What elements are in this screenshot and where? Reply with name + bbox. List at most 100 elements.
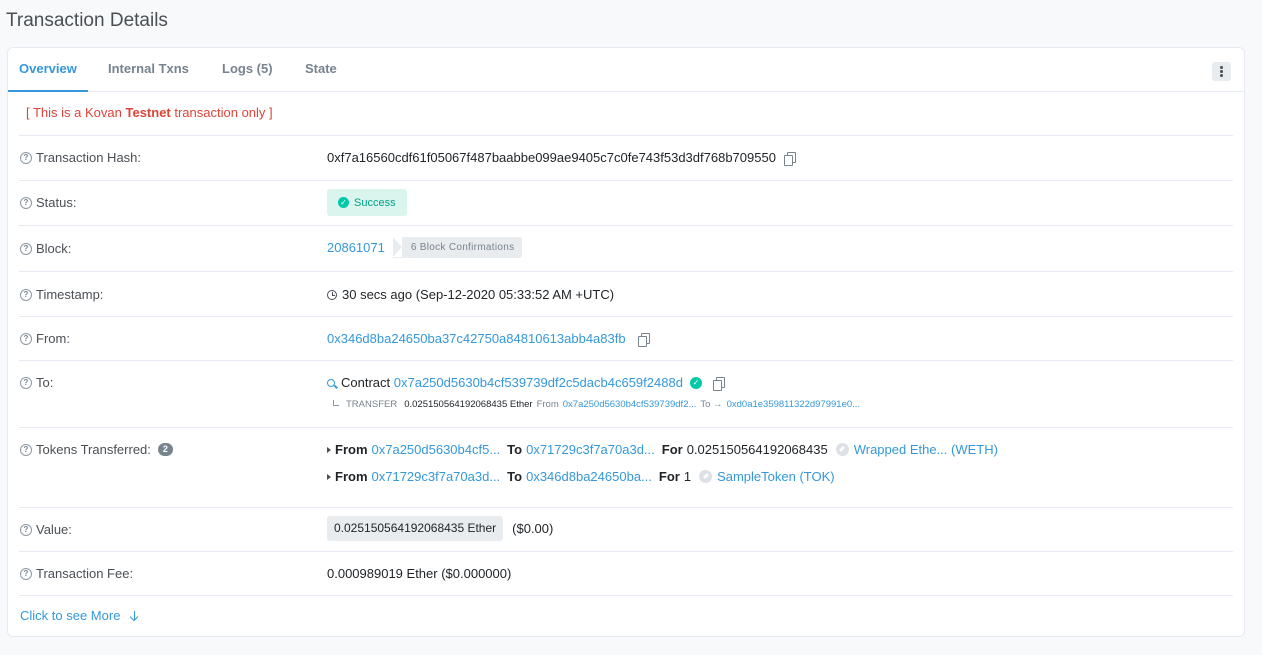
token-transfer-row: From 0x71729c3f7a70a3d... To 0x346d8ba24… bbox=[327, 469, 835, 484]
token-to-label: To bbox=[507, 442, 523, 457]
row-value: ? Value: 0.025150564192068435 Ether ($0.… bbox=[19, 507, 1233, 551]
row-to: ? To: Contract 0x7a250d5630b4cf539739df2… bbox=[19, 360, 1233, 427]
label-from: ? From: bbox=[20, 331, 70, 346]
see-more-link[interactable]: Click to see More bbox=[20, 608, 138, 623]
transfer-from-label: From bbox=[536, 399, 559, 410]
copy-icon[interactable] bbox=[783, 151, 796, 166]
tab-internal-txns[interactable]: Internal Txns bbox=[97, 48, 200, 92]
token-for-label: For bbox=[658, 469, 680, 484]
token-count-badge: 2 bbox=[157, 443, 173, 456]
label-transaction-fee: ? Transaction Fee: bbox=[20, 566, 133, 581]
token-from-link[interactable]: 0x7a250d5630b4cf5... bbox=[372, 442, 501, 457]
question-icon[interactable]: ? bbox=[20, 151, 32, 164]
value-status: ✓ Success bbox=[327, 189, 407, 216]
label-block: ? Block: bbox=[20, 241, 71, 256]
notice-text-bold: Testnet bbox=[125, 105, 171, 120]
divider bbox=[19, 595, 1233, 596]
question-icon[interactable]: ? bbox=[20, 242, 32, 255]
transfer-to-label: To → bbox=[700, 399, 723, 410]
question-icon[interactable]: ? bbox=[20, 288, 32, 301]
value-block: 20861071 6 Block Confirmations bbox=[327, 237, 523, 258]
row-tokens-transferred: ? Tokens Transferred: 2 From 0x7a250d563… bbox=[19, 427, 1233, 507]
token-from-label: From bbox=[335, 442, 368, 457]
label-text: Transaction Hash: bbox=[36, 150, 142, 165]
token-to-link[interactable]: 0x346d8ba24650ba... bbox=[526, 469, 652, 484]
transfer-to-link[interactable]: 0xd0a1e359811322d97991e0... bbox=[727, 399, 860, 410]
testnet-notice: [ This is a Kovan Testnet transaction on… bbox=[26, 105, 273, 120]
label-text: Transaction Fee: bbox=[36, 566, 134, 581]
row-transaction-hash: ? Transaction Hash: 0xf7a16560cdf61f0506… bbox=[19, 135, 1233, 180]
transfer-from-link[interactable]: 0x7a250d5630b4cf539739df2... bbox=[563, 399, 697, 410]
value-value: 0.025150564192068435 Ether ($0.00) bbox=[327, 516, 553, 541]
internal-transfer-line: TRANSFER 0.025150564192068435 Ether From… bbox=[333, 399, 860, 410]
kebab-icon bbox=[1220, 66, 1223, 77]
token-for-label: For bbox=[661, 442, 683, 457]
caret-right-icon bbox=[327, 446, 331, 453]
status-badge: ✓ Success bbox=[327, 189, 407, 216]
confirmations-badge: 6 Block Confirmations bbox=[392, 237, 523, 258]
transaction-hash-text: 0xf7a16560cdf61f05067f487baabbe099ae9405… bbox=[327, 150, 776, 165]
check-circle-icon: ✓ bbox=[338, 197, 349, 208]
status-text: Success bbox=[354, 196, 396, 209]
contract-search-icon bbox=[327, 378, 335, 387]
transfer-type: TRANSFER bbox=[346, 399, 398, 410]
label-timestamp: ? Timestamp: bbox=[20, 287, 103, 302]
elbow-arrow-icon bbox=[333, 399, 339, 406]
notice-text-open: [ This is a Kovan bbox=[26, 105, 126, 120]
question-icon[interactable]: ? bbox=[20, 567, 32, 580]
row-from: ? From: 0x346d8ba24650ba37c42750a8481061… bbox=[19, 316, 1233, 360]
value-to: Contract 0x7a250d5630b4cf539739df2c5dacb… bbox=[327, 375, 725, 391]
transfer-amount: 0.025150564192068435 Ether bbox=[404, 399, 533, 410]
page-title: Transaction Details bbox=[6, 10, 168, 31]
tab-state[interactable]: State bbox=[294, 48, 348, 92]
label-text: To: bbox=[36, 375, 54, 390]
value-timestamp: 30 secs ago (Sep-12-2020 05:33:52 AM +UT… bbox=[327, 287, 614, 302]
token-amount: 1 bbox=[683, 469, 692, 484]
question-icon[interactable]: ? bbox=[20, 376, 32, 389]
label-value: ? Value: bbox=[20, 522, 72, 537]
label-text: Status: bbox=[36, 195, 77, 210]
question-icon[interactable]: ? bbox=[20, 523, 32, 536]
notice-text-close: transaction only ] bbox=[170, 105, 273, 120]
token-to-link[interactable]: 0x71729c3f7a70a3d... bbox=[526, 442, 655, 457]
arrow-down-icon bbox=[130, 610, 138, 621]
token-name-link[interactable]: SampleToken (TOK) bbox=[717, 469, 835, 484]
tab-logs[interactable]: Logs (5) bbox=[211, 48, 284, 92]
tab-overview[interactable]: Overview bbox=[8, 48, 88, 92]
question-icon[interactable]: ? bbox=[20, 196, 32, 209]
label-text: Timestamp: bbox=[36, 287, 104, 302]
token-name-link[interactable]: Wrapped Ethe... (WETH) bbox=[854, 442, 998, 457]
clock-icon bbox=[327, 289, 337, 300]
transaction-card: Overview Internal Txns Logs (5) State [ … bbox=[7, 47, 1245, 637]
contract-prefix: Contract bbox=[341, 375, 391, 390]
copy-icon[interactable] bbox=[712, 376, 725, 391]
tab-bar: Overview Internal Txns Logs (5) State bbox=[8, 48, 1244, 92]
value-transaction-hash: 0xf7a16560cdf61f05067f487baabbe099ae9405… bbox=[327, 150, 796, 166]
value-usd: ($0.00) bbox=[512, 521, 554, 536]
block-number-link[interactable]: 20861071 bbox=[327, 240, 385, 255]
question-icon[interactable]: ? bbox=[20, 443, 32, 456]
verified-check-icon: ✓ bbox=[689, 376, 702, 389]
more-options-button[interactable] bbox=[1212, 62, 1231, 81]
label-tokens-transferred: ? Tokens Transferred: 2 bbox=[20, 442, 173, 457]
caret-right-icon bbox=[327, 473, 331, 480]
label-text: From: bbox=[36, 331, 70, 346]
label-text: Tokens Transferred: bbox=[36, 442, 151, 457]
from-address-link[interactable]: 0x346d8ba24650ba37c42750a84810613abb4a83… bbox=[327, 331, 626, 346]
timestamp-text: 30 secs ago (Sep-12-2020 05:33:52 AM +UT… bbox=[342, 287, 615, 302]
row-block: ? Block: 20861071 6 Block Confirmations bbox=[19, 225, 1233, 271]
copy-icon[interactable] bbox=[637, 332, 650, 347]
token-amount: 0.025150564192068435 bbox=[686, 442, 828, 457]
row-transaction-fee: ? Transaction Fee: 0.000989019 Ether ($0… bbox=[19, 551, 1233, 595]
to-address-link[interactable]: 0x7a250d5630b4cf539739df2c5dacb4c659f248… bbox=[394, 375, 683, 390]
row-status: ? Status: ✓ Success bbox=[19, 180, 1233, 225]
value-from: 0x346d8ba24650ba37c42750a84810613abb4a83… bbox=[327, 331, 650, 347]
value-transaction-fee: 0.000989019 Ether ($0.000000) bbox=[327, 566, 511, 581]
label-transaction-hash: ? Transaction Hash: bbox=[20, 150, 141, 165]
transaction-fee-text: 0.000989019 Ether ($0.000000) bbox=[327, 566, 512, 581]
question-icon[interactable]: ? bbox=[20, 332, 32, 345]
token-from-link[interactable]: 0x71729c3f7a70a3d... bbox=[372, 469, 501, 484]
ethereum-token-icon bbox=[699, 470, 713, 483]
row-timestamp: ? Timestamp: 30 secs ago (Sep-12-2020 05… bbox=[19, 271, 1233, 316]
token-transfer-row: From 0x7a250d5630b4cf5... To 0x71729c3f7… bbox=[327, 442, 998, 457]
